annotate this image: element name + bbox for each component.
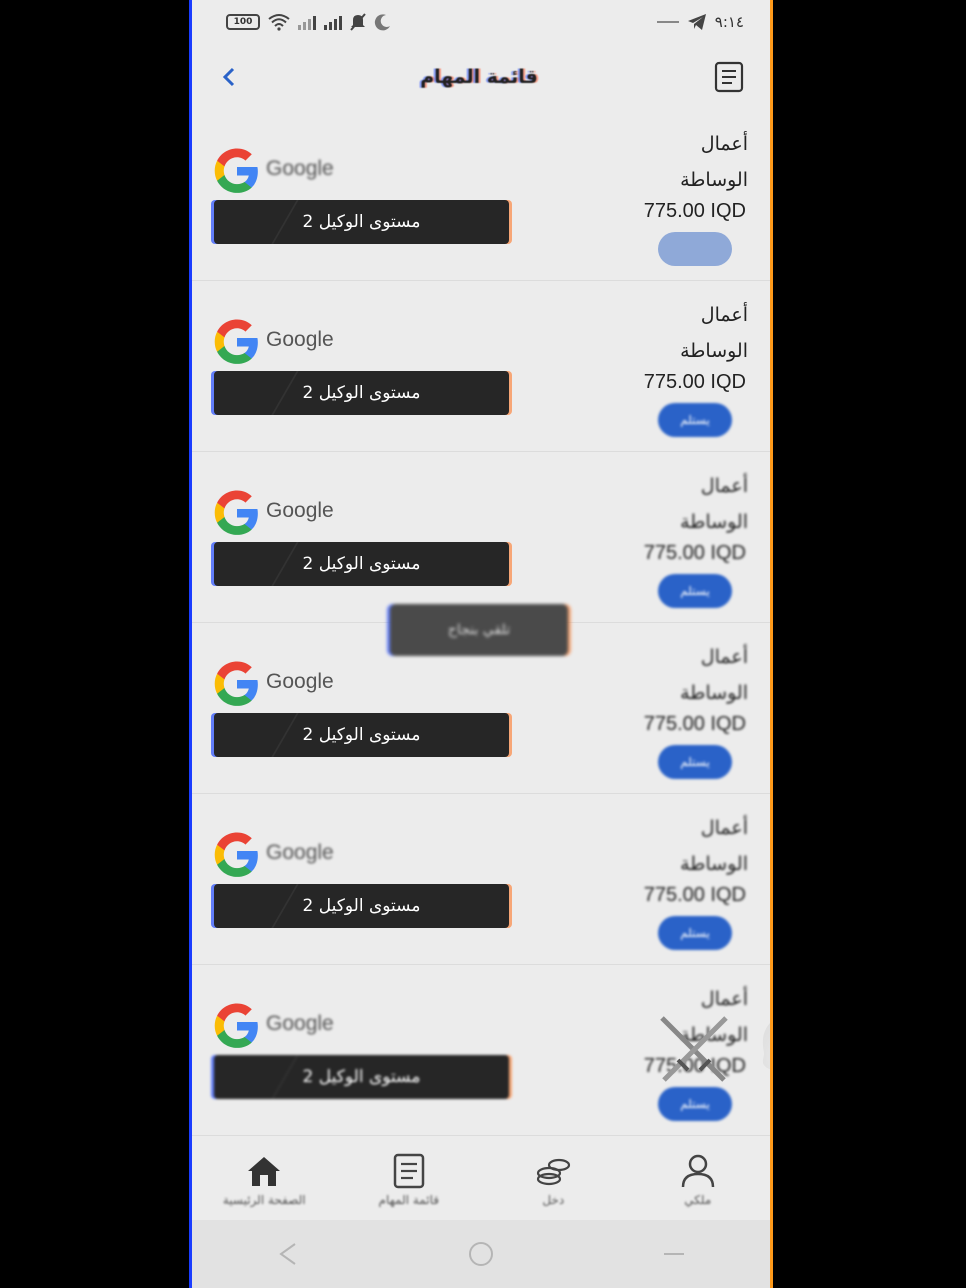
nav-label: دخل — [542, 1193, 565, 1207]
task-card: Google مستوى الوكيل 2 أعمال الوساطة 775.… — [192, 110, 770, 281]
page-title: قائمة المهام — [420, 66, 538, 88]
system-nav-bar — [192, 1220, 770, 1288]
nav-label: ملكي — [684, 1193, 712, 1207]
task-price: 775.00 IQD — [643, 884, 746, 906]
brand-name: Google — [266, 157, 334, 180]
minus-icon — [656, 21, 679, 23]
moon-icon — [374, 14, 390, 31]
status-icons-left: 100 — [226, 13, 392, 31]
google-logo-icon — [214, 319, 258, 364]
profile-icon — [681, 1154, 714, 1188]
success-toast: تلقي بنجاح — [390, 604, 568, 656]
accept-button[interactable]: يستلم — [658, 574, 732, 608]
app-header: قائمة المهام — [192, 44, 770, 110]
income-coins-icon — [537, 1158, 571, 1186]
skull-icon: 💀 — [752, 1006, 770, 1096]
task-price: 775.00 IQD — [643, 371, 746, 393]
clock: ٩:١٤ — [714, 13, 744, 31]
telegram-icon — [687, 14, 706, 30]
back-triangle-icon[interactable] — [273, 1239, 303, 1269]
signal-icon-2 — [324, 14, 342, 30]
nav-item-task-list[interactable]: قائمة المهام — [349, 1153, 469, 1207]
brand-name: Google — [266, 670, 334, 693]
crossed-swords-icon — [660, 1016, 728, 1082]
brand-name: Google — [266, 499, 334, 522]
accept-button[interactable]: يستلم — [658, 916, 732, 950]
nav-item-profile[interactable]: ملكي — [638, 1153, 758, 1207]
nav-item-income[interactable]: دخل — [493, 1153, 613, 1207]
wifi-icon — [268, 14, 290, 31]
google-logo-icon — [214, 1003, 258, 1048]
battery-icon: 100 — [226, 14, 260, 30]
accept-button[interactable]: يستلم — [658, 745, 732, 779]
task-card: Google مستوى الوكيل 2 أعمال الوساطة 775.… — [192, 281, 770, 452]
task-price: 775.00 IQD — [643, 713, 746, 735]
task-name: أعمال الوساطة — [680, 646, 748, 704]
task-price: 775.00 IQD — [643, 542, 746, 564]
bottom-nav: الصفحة الرئيسية قائمة المهام دخل ملكي — [192, 1140, 770, 1220]
phone-screen: 100 ٩:١٤ قائمة المهام Google مستوى الوكي… — [192, 0, 770, 1288]
task-name: أعمال الوساطة — [680, 304, 748, 362]
agent-level-badge: مستوى الوكيل 2 — [214, 1055, 509, 1099]
task-name: أعمال الوساطة — [680, 133, 748, 191]
google-logo-icon — [214, 832, 258, 877]
google-logo-icon — [214, 148, 258, 193]
task-price: 775.00 IQD — [643, 200, 746, 222]
home-circle-icon[interactable] — [466, 1239, 496, 1269]
nav-item-home[interactable]: الصفحة الرئيسية — [204, 1153, 324, 1207]
document-list-icon[interactable] — [714, 61, 744, 93]
agent-level-badge: مستوى الوكيل 2 — [214, 542, 509, 586]
recents-icon[interactable] — [659, 1239, 689, 1269]
home-icon — [248, 1157, 281, 1186]
task-name: أعمال الوساطة — [680, 817, 748, 875]
agent-level-badge: مستوى الوكيل 2 — [214, 200, 509, 244]
agent-level-badge: مستوى الوكيل 2 — [214, 713, 509, 757]
back-button[interactable] — [214, 62, 244, 92]
status-bar: 100 ٩:١٤ — [192, 0, 770, 44]
google-logo-icon — [214, 490, 258, 535]
agent-level-badge: مستوى الوكيل 2 — [214, 371, 509, 415]
mute-icon — [350, 13, 366, 31]
status-icons-right: ٩:١٤ — [656, 13, 744, 31]
agent-level-badge: مستوى الوكيل 2 — [214, 884, 509, 928]
task-list-icon — [393, 1153, 424, 1189]
nav-label: الصفحة الرئيسية — [222, 1193, 306, 1207]
accept-button[interactable]: يستلم — [658, 1087, 732, 1121]
accept-button[interactable] — [658, 232, 732, 266]
task-name: أعمال الوساطة — [680, 475, 748, 533]
task-card: Google مستوى الوكيل 2 أعمال الوساطة 775.… — [192, 452, 770, 623]
brand-name: Google — [266, 841, 334, 864]
chevron-left-icon — [222, 67, 235, 87]
task-card: Google مستوى الوكيل 2 أعمال الوساطة 775.… — [192, 794, 770, 965]
nav-label: قائمة المهام — [378, 1193, 439, 1207]
brand-name: Google — [266, 1012, 334, 1035]
brand-name: Google — [266, 328, 334, 351]
signal-icon-1 — [298, 14, 316, 30]
google-logo-icon — [214, 661, 258, 706]
accept-button[interactable]: يستلم — [658, 403, 732, 437]
